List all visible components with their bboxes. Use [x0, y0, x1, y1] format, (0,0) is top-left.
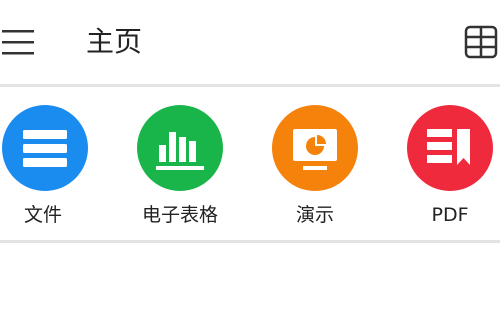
documents-app-icon — [2, 105, 88, 191]
bar-chart-icon — [137, 105, 223, 191]
app-presentations[interactable]: 演示 — [255, 87, 375, 240]
document-icon — [2, 105, 88, 191]
app-header: 主页 — [0, 0, 500, 84]
app-label-spreadsheets: 电子表格 — [141, 204, 218, 226]
section-divider — [0, 240, 500, 243]
app-label-pdf: PDF — [431, 204, 469, 226]
grid-view-button[interactable] — [460, 22, 500, 62]
app-spreadsheets[interactable]: 电子表格 — [120, 87, 240, 240]
app-launcher-row: 文件 电子表格 演示 PDF — [0, 87, 500, 240]
pdf-icon — [407, 105, 493, 191]
page-title: 主页 — [86, 25, 143, 58]
presentations-app-icon — [272, 105, 358, 191]
app-documents[interactable]: 文件 — [0, 87, 103, 240]
app-pdf[interactable]: PDF — [390, 87, 500, 240]
pdf-app-icon — [407, 105, 493, 191]
presentation-icon — [272, 105, 358, 191]
hamburger-menu-icon — [0, 24, 40, 60]
app-label-presentations: 演示 — [295, 204, 334, 226]
menu-button[interactable] — [0, 24, 40, 60]
grid-view-icon — [460, 25, 500, 66]
spreadsheets-app-icon — [137, 105, 223, 191]
app-label-documents: 文件 — [23, 204, 62, 226]
